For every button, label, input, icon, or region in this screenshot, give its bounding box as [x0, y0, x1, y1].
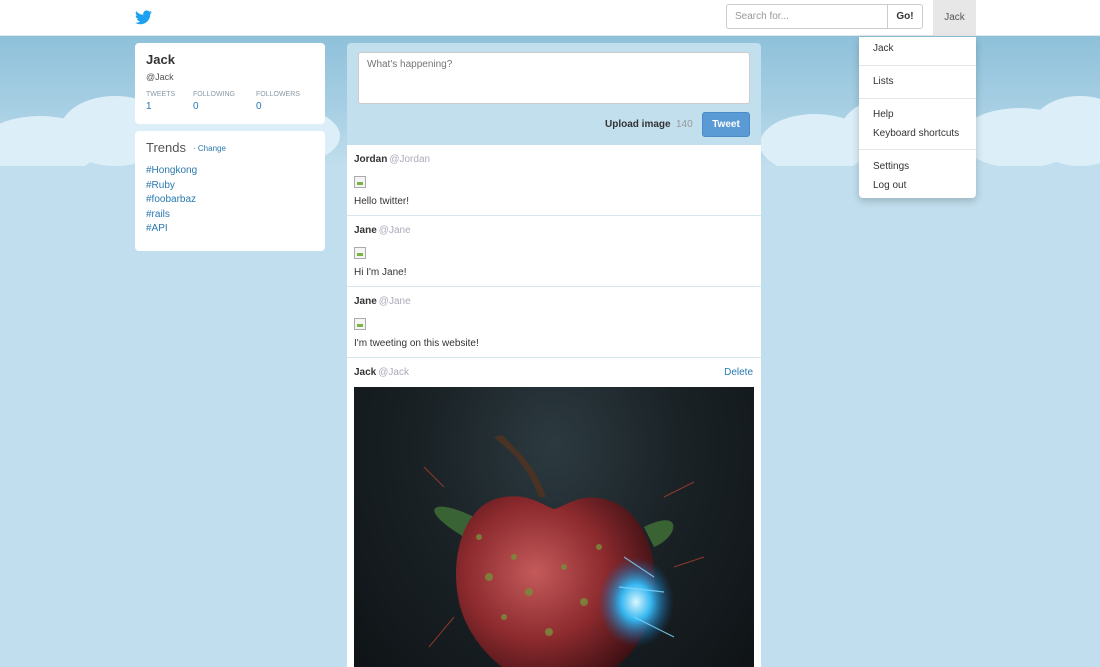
trends-change-label: Change — [197, 144, 226, 153]
tweet-item: Jack @Jack Delete — [347, 358, 761, 667]
tweet-author[interactable]: Jane @Jane — [354, 296, 411, 307]
top-navbar: Go! Jack — [0, 0, 1100, 36]
stat-value: 0 — [256, 101, 262, 112]
tweet-composer: Upload image 140 Tweet — [347, 43, 761, 145]
trend-link[interactable]: #rails — [146, 209, 170, 220]
tweet-text: Hello twitter! — [354, 196, 410, 207]
tweet-item: Jane @Jane Hi I'm Jane! — [347, 216, 761, 287]
trend-link[interactable]: #API — [146, 223, 168, 234]
dropdown-item-settings[interactable]: Settings — [873, 161, 909, 172]
stat-label: FOLLOWING — [193, 91, 236, 98]
tweet-button[interactable]: Tweet — [702, 112, 750, 137]
profile-name[interactable]: Jack — [146, 52, 175, 67]
trend-link[interactable]: #Ruby — [146, 180, 175, 191]
dropdown-divider — [859, 149, 976, 150]
upload-image-button[interactable]: Upload image — [605, 119, 671, 130]
tweet-author-handle: @Jane — [378, 296, 411, 307]
trend-link[interactable]: #foobarbaz — [146, 194, 196, 205]
tweet-author-handle: @Jane — [378, 225, 411, 236]
tweet-item: Jordan @Jordan Hello twitter! — [347, 145, 761, 216]
broken-image-icon — [354, 318, 366, 330]
profile-handle: @Jack — [146, 72, 174, 82]
profile-card: Jack @Jack TWEETS 1 FOLLOWING 0 FOLLOWER… — [135, 43, 325, 124]
char-counter: 140 — [676, 119, 693, 130]
tweet-textarea[interactable] — [358, 52, 750, 104]
delete-tweet-link[interactable]: Delete — [724, 367, 753, 378]
tweet-item: Jane @Jane I'm tweeting on this website! — [347, 287, 761, 358]
dropdown-item-help[interactable]: Help — [873, 109, 894, 120]
tweet-author-handle: @Jordan — [389, 154, 431, 165]
tweet-author[interactable]: Jordan @Jordan — [354, 154, 430, 165]
search-form: Go! — [726, 4, 923, 29]
dropdown-item-lists[interactable]: Lists — [873, 76, 894, 87]
user-dropdown-menu: Jack Lists Help Keyboard shortcuts Setti… — [859, 37, 976, 198]
tweet-text: I'm tweeting on this website! — [354, 338, 479, 349]
tweet-author-name: Jack — [354, 367, 377, 378]
dropdown-item-logout[interactable]: Log out — [873, 180, 906, 191]
tweet-text: Hi I'm Jane! — [354, 267, 407, 278]
twitter-bird-icon[interactable] — [135, 10, 152, 25]
tweet-author[interactable]: Jack @Jack — [354, 367, 409, 378]
broken-image-icon — [354, 247, 366, 259]
user-menu-toggle[interactable]: Jack — [933, 0, 976, 36]
tweet-author-name: Jordan — [354, 154, 388, 165]
search-input[interactable] — [726, 4, 887, 29]
broken-image-icon — [354, 176, 366, 188]
trends-card: Trends · Change #Hongkong #Ruby #foobarb… — [135, 131, 325, 251]
stat-tweets[interactable]: TWEETS 1 — [146, 91, 175, 112]
stat-followers[interactable]: FOLLOWERS 0 — [256, 91, 300, 112]
dropdown-divider — [859, 65, 976, 66]
tweet-author-name: Jane — [354, 225, 377, 236]
tweet-author-name: Jane — [354, 296, 377, 307]
stat-value: 0 — [193, 101, 199, 112]
apple-illustration — [423, 435, 705, 667]
stat-label: TWEETS — [146, 91, 176, 98]
dropdown-item-keyboard-shortcuts[interactable]: Keyboard shortcuts — [873, 128, 959, 139]
dropdown-divider — [859, 98, 976, 99]
stat-value: 1 — [146, 101, 152, 112]
dropdown-item-profile[interactable]: Jack — [873, 43, 894, 54]
trend-link[interactable]: #Hongkong — [146, 165, 197, 176]
trends-title: Trends — [146, 140, 186, 155]
tweet-author-handle: @Jack — [378, 367, 409, 378]
trends-change-link[interactable]: · Change — [193, 144, 226, 153]
tweet-image[interactable] — [354, 387, 754, 667]
tweet-author[interactable]: Jane @Jane — [354, 225, 411, 236]
search-go-button[interactable]: Go! — [887, 4, 923, 29]
stat-following[interactable]: FOLLOWING 0 — [193, 91, 235, 112]
stat-label: FOLLOWERS — [256, 91, 300, 98]
tweet-feed: Jordan @Jordan Hello twitter! Jane @Jane H… — [347, 145, 761, 667]
